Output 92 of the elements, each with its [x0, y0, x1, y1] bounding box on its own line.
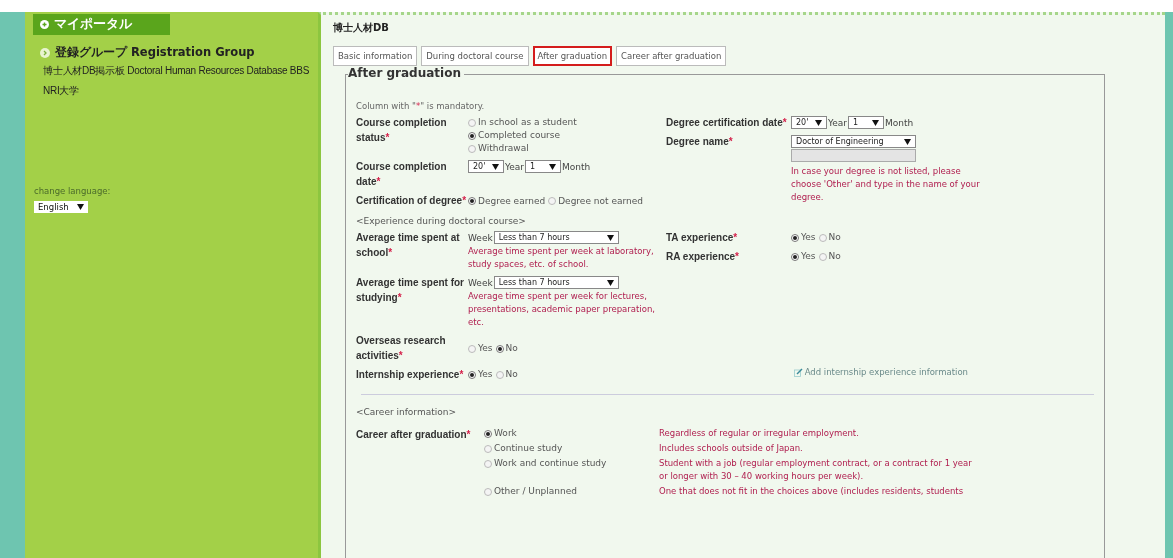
group-title: 登録グループ Registration Group	[55, 45, 255, 60]
option-label: No	[828, 250, 841, 263]
radio-button[interactable]	[484, 459, 492, 468]
option-label: Work and continue study	[494, 457, 607, 470]
radio-button[interactable]	[548, 197, 557, 205]
radio-button[interactable]	[484, 429, 492, 438]
field-label: Average time spent for studying*	[356, 276, 465, 305]
radio-button[interactable]	[818, 252, 827, 261]
option-label: Yes	[478, 342, 493, 355]
option-label: No	[505, 368, 518, 381]
radio-button[interactable]	[468, 370, 476, 379]
field-label: Course completion status*	[356, 116, 448, 145]
month-select[interactable]: 1	[848, 116, 885, 129]
field-label: Internship experience*	[356, 368, 465, 382]
tab[interactable]: Basic information	[333, 46, 418, 66]
field-label: Degree certification date*	[666, 116, 788, 130]
tab[interactable]: During doctoral course	[421, 46, 529, 66]
caret-icon	[606, 234, 614, 241]
caret-icon	[549, 163, 557, 170]
radio-button[interactable]	[484, 444, 492, 453]
field-label: Average time spent at school*	[356, 231, 461, 260]
language-label: change language:	[34, 186, 112, 196]
radio-button[interactable]	[468, 131, 476, 140]
option-label: Yes	[478, 368, 493, 381]
radio-button[interactable]	[468, 118, 476, 127]
radio-button[interactable]	[468, 144, 476, 153]
sidebar-link[interactable]: NRI大学	[43, 84, 318, 98]
radio-button[interactable]	[495, 344, 504, 353]
hours-select[interactable]: Less than 7 hours	[493, 276, 619, 289]
pencil-icon	[793, 367, 803, 377]
unit-label: Month	[562, 161, 591, 172]
subsection-heading: <Career information>	[356, 407, 457, 417]
plus-circle-icon	[40, 20, 49, 29]
sidebar-link[interactable]: 博士人材DB掲示板 Doctoral Human Resources Database BBS	[43, 64, 318, 78]
radio-button[interactable]	[791, 233, 799, 242]
hint-text: Includes schools outside of Japan.	[659, 442, 804, 455]
radio-button[interactable]	[468, 197, 476, 205]
field-label: Career after graduation*	[356, 428, 472, 442]
option-label: Completed course	[478, 129, 561, 142]
option-label: Work	[494, 427, 517, 440]
option-label: Yes	[801, 231, 816, 244]
option-label: Continue study	[494, 442, 563, 455]
language-select[interactable]: English	[34, 201, 88, 213]
radio-button[interactable]	[791, 252, 799, 261]
hours-select[interactable]: Less than 7 hours	[493, 231, 619, 244]
caret-icon	[815, 119, 822, 126]
option-label: No	[828, 231, 841, 244]
month-select[interactable]: 1	[525, 160, 562, 173]
field-label: Overseas research activities*	[356, 334, 447, 363]
option-label: Withdrawal	[478, 142, 529, 155]
field-label: Certification of degree*	[356, 194, 468, 208]
year-select[interactable]: 20'	[791, 116, 827, 129]
caret-icon	[904, 138, 911, 145]
unit-label: Year	[505, 161, 525, 172]
caret-icon	[606, 279, 614, 286]
field-label: RA experience*	[666, 250, 740, 264]
field-label: TA experience*	[666, 231, 739, 245]
caret-icon	[872, 119, 880, 126]
field-label: Course completion date*	[356, 160, 448, 189]
option-label: Degree not earned	[558, 194, 643, 208]
caret-icon	[76, 204, 84, 210]
subsection-heading: <Experience during doctoral course>	[356, 216, 527, 226]
unit-label: Month	[885, 117, 914, 128]
hint-text: Student with a job (regular employment contract, or a contract for 1 year or longer with 30 – 40 working hours per week).	[659, 457, 973, 483]
hint-text: Regardless of regular or irregular employment.	[659, 427, 860, 440]
year-select[interactable]: 20'	[468, 160, 504, 173]
unit-label: Year	[828, 117, 848, 128]
degree-select[interactable]: Doctor of Engineering	[791, 135, 916, 148]
option-label: In school as a student	[478, 116, 577, 129]
option-label: No	[505, 342, 518, 355]
option-label: Degree earned	[478, 194, 546, 208]
add-link[interactable]: Add internship experience information	[793, 367, 968, 377]
unit-label: Week	[468, 232, 493, 243]
arrow-circle-icon	[40, 47, 50, 58]
hint-text: Average time spent per week at laboratory, study spaces, etc. of school.	[468, 245, 655, 271]
radio-button[interactable]	[818, 233, 827, 242]
hint-text: One that does not fit in the choices above (includes residents, students	[659, 485, 965, 498]
radio-button[interactable]	[495, 370, 504, 379]
app-title: 博士人材DB	[333, 21, 390, 35]
caret-icon	[492, 163, 499, 170]
hint-text: Average time spent per week for lectures, presentations, academic paper preparation, etc.	[468, 290, 657, 329]
unit-label: Week	[468, 277, 493, 288]
radio-button[interactable]	[468, 344, 476, 353]
hint-text: In case your degree is not listed, please choose 'Other' and type in the name of your degree.	[791, 165, 981, 204]
tab[interactable]: After graduation	[532, 46, 613, 66]
section-title: After graduation	[348, 66, 464, 80]
option-label: Yes	[801, 250, 816, 263]
field-label: Degree name*	[666, 135, 734, 149]
tab[interactable]: Career after graduation	[616, 46, 727, 66]
radio-button[interactable]	[484, 487, 492, 496]
option-label: Other / Unplanned	[494, 485, 577, 498]
mandatory-note: Column with "*" is mandatory.	[356, 101, 486, 111]
